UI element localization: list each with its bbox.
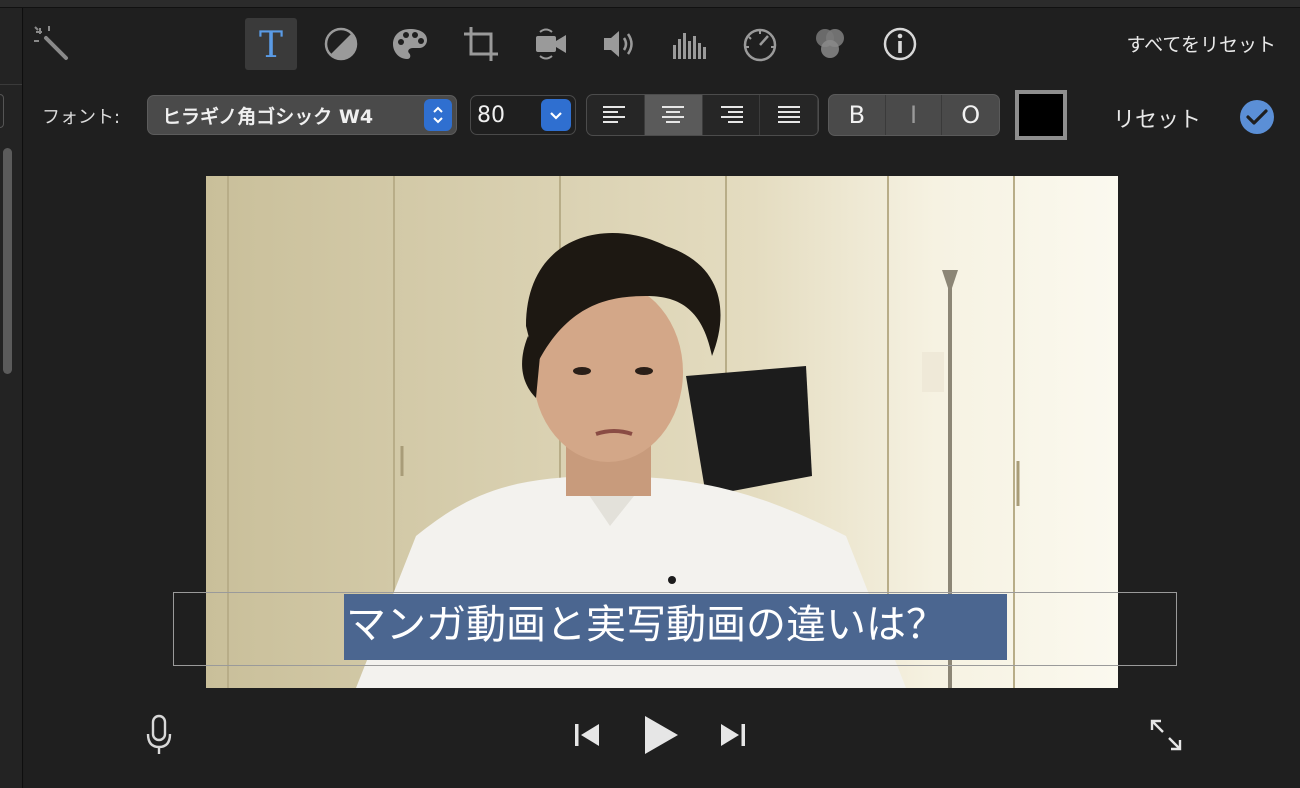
skip-back-icon[interactable] bbox=[572, 720, 602, 750]
font-size-select[interactable]: 80 bbox=[470, 95, 576, 135]
title-text-icon[interactable]: T bbox=[245, 18, 297, 70]
noise-equalizer-icon[interactable] bbox=[664, 18, 716, 70]
viewer-panel: T すべてをリセット フォント: ヒラギノ角ゴシック W4 80 B I O リ… bbox=[24, 8, 1300, 788]
crop-icon[interactable] bbox=[455, 18, 507, 70]
alignment-segmented-control bbox=[586, 94, 819, 136]
align-left-button[interactable] bbox=[587, 95, 645, 135]
microphone-icon[interactable] bbox=[144, 713, 174, 757]
magic-wand-icon[interactable] bbox=[26, 18, 78, 70]
window-top-edge bbox=[0, 0, 1300, 8]
outline-button[interactable]: O bbox=[942, 95, 999, 135]
color-palette-icon[interactable] bbox=[384, 18, 436, 70]
italic-button[interactable]: I bbox=[886, 95, 943, 135]
color-balance-icon[interactable] bbox=[315, 18, 367, 70]
font-label: フォント: bbox=[42, 107, 121, 128]
left-pane bbox=[0, 8, 23, 788]
text-color-well[interactable] bbox=[1015, 90, 1067, 140]
font-family-select[interactable]: ヒラギノ角ゴシック W4 bbox=[147, 95, 457, 135]
chevron-down-icon bbox=[541, 99, 571, 131]
clip-filter-icon[interactable] bbox=[804, 18, 856, 70]
reset-button[interactable]: リセット bbox=[1113, 102, 1201, 134]
align-right-button[interactable] bbox=[703, 95, 761, 135]
align-center-button[interactable] bbox=[644, 95, 703, 135]
bold-button[interactable]: B bbox=[829, 95, 886, 135]
title-text-field[interactable]: マンガ動画と実写動画の違いは？ bbox=[344, 594, 1007, 660]
left-pane-scrollbar[interactable] bbox=[3, 148, 12, 374]
align-justify-button[interactable] bbox=[760, 95, 818, 135]
reset-all-button[interactable]: すべてをリセット bbox=[1126, 30, 1276, 57]
speed-icon[interactable] bbox=[734, 18, 786, 70]
volume-icon[interactable] bbox=[594, 18, 646, 70]
svg-text:T: T bbox=[259, 26, 283, 62]
left-pane-control[interactable] bbox=[0, 94, 4, 128]
font-size-value: 80 bbox=[477, 102, 505, 128]
apply-checkmark-icon[interactable] bbox=[1240, 100, 1274, 134]
font-family-value: ヒラギノ角ゴシック W4 bbox=[162, 105, 374, 128]
skip-forward-icon[interactable] bbox=[718, 720, 748, 750]
fullscreen-icon[interactable] bbox=[1148, 717, 1184, 753]
info-icon[interactable] bbox=[874, 18, 926, 70]
left-pane-divider bbox=[0, 84, 22, 85]
chevron-updown-icon bbox=[424, 99, 452, 131]
stabilization-icon[interactable] bbox=[524, 18, 576, 70]
play-icon[interactable] bbox=[640, 712, 682, 758]
text-style-segmented-control: B I O bbox=[828, 94, 1000, 136]
